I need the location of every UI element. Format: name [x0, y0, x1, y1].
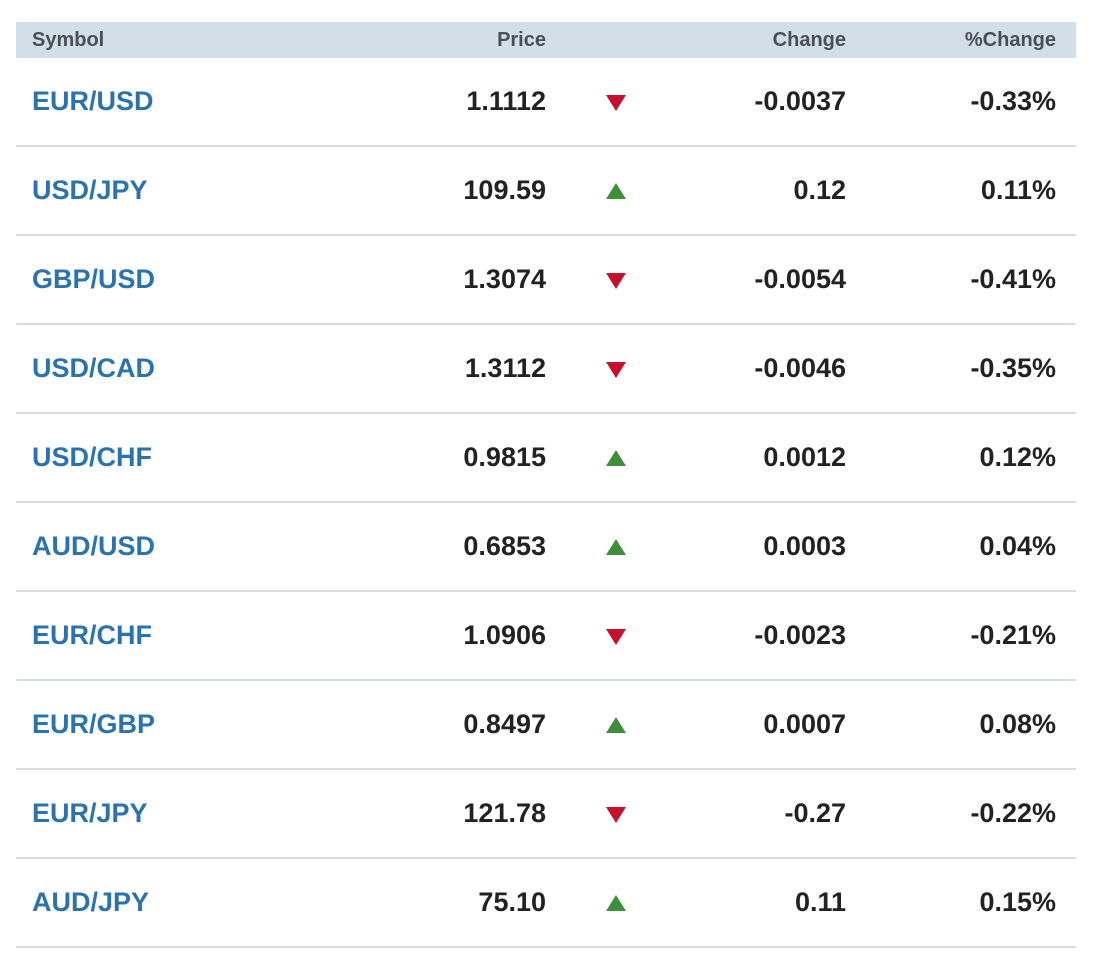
up-triangle-icon-shape — [606, 894, 626, 911]
up-triangle-icon — [606, 716, 626, 733]
trend-icon-cell — [546, 893, 686, 913]
header-change[interactable]: Change — [686, 29, 846, 52]
table-row[interactable]: USD/JPY 109.59 0.12 0.11% — [16, 147, 1076, 236]
symbol-link[interactable]: GBP/USD — [16, 264, 256, 295]
price-value: 75.10 — [478, 887, 546, 917]
down-triangle-icon — [606, 94, 626, 111]
symbol-link[interactable]: EUR/GBP — [16, 709, 256, 740]
price-value: 0.8497 — [463, 709, 546, 739]
price-value: 1.3074 — [463, 264, 546, 294]
table-row[interactable]: USD/CAD 1.3112 -0.0046 -0.35% — [16, 325, 1076, 414]
change-value: -0.0054 — [754, 264, 846, 294]
symbol-link[interactable]: EUR/JPY — [16, 798, 256, 829]
table-row[interactable]: GBP/USD 1.3074 -0.0054 -0.41% — [16, 236, 1076, 325]
pct-change-value: 0.08% — [979, 709, 1056, 739]
pct-change-value: -0.41% — [970, 264, 1056, 294]
pct-change-value: 0.11% — [980, 175, 1056, 205]
price-value: 1.0906 — [463, 620, 546, 650]
header-pct-change[interactable]: %Change — [846, 29, 1056, 52]
change-value: -0.0037 — [754, 86, 846, 116]
down-triangle-icon — [606, 361, 626, 378]
price-value: 1.1112 — [466, 86, 546, 116]
header-symbol[interactable]: Symbol — [16, 29, 256, 52]
pct-change-value: -0.35% — [970, 353, 1056, 383]
pct-change-value: -0.33% — [970, 86, 1056, 116]
table-body: EUR/USD 1.1112 -0.0037 -0.33% USD/JPY 10… — [16, 58, 1076, 948]
up-triangle-icon-shape — [606, 716, 626, 733]
trend-icon-cell — [546, 448, 686, 468]
pct-change-value: 0.15% — [979, 887, 1056, 917]
down-triangle-icon — [606, 628, 626, 645]
down-triangle-icon — [606, 272, 626, 289]
up-triangle-icon — [606, 449, 626, 466]
pct-change-value: 0.12% — [979, 442, 1056, 472]
symbol-link[interactable]: USD/CAD — [16, 353, 256, 384]
down-triangle-icon-shape — [606, 361, 626, 378]
symbol-link[interactable]: AUD/JPY — [16, 887, 256, 918]
table-row[interactable]: EUR/USD 1.1112 -0.0037 -0.33% — [16, 58, 1076, 147]
pct-change-value: 0.04% — [979, 531, 1056, 561]
up-triangle-icon — [606, 182, 626, 199]
up-triangle-icon-shape — [606, 182, 626, 199]
table-header: Symbol Price Change %Change — [16, 22, 1076, 58]
pct-change-value: -0.21% — [970, 620, 1056, 650]
change-value: 0.0007 — [763, 709, 846, 739]
table-row[interactable]: AUD/JPY 75.10 0.11 0.15% — [16, 859, 1076, 948]
change-value: 0.11 — [794, 887, 846, 917]
down-triangle-icon-shape — [606, 806, 626, 823]
change-value: 0.0003 — [763, 531, 846, 561]
change-value: -0.0046 — [754, 353, 846, 383]
table-row[interactable]: EUR/JPY 121.78 -0.27 -0.22% — [16, 770, 1076, 859]
change-value: -0.0023 — [754, 620, 846, 650]
symbol-link[interactable]: AUD/USD — [16, 531, 256, 562]
symbol-link[interactable]: USD/CHF — [16, 442, 256, 473]
header-price[interactable]: Price — [256, 29, 546, 52]
trend-icon-cell — [546, 804, 686, 824]
change-value: 0.12 — [793, 175, 846, 205]
trend-icon-cell — [546, 270, 686, 290]
table-row[interactable]: EUR/GBP 0.8497 0.0007 0.08% — [16, 681, 1076, 770]
table-row[interactable]: AUD/USD 0.6853 0.0003 0.04% — [16, 503, 1076, 592]
symbol-link[interactable]: EUR/CHF — [16, 620, 256, 651]
down-triangle-icon-shape — [606, 628, 626, 645]
price-value: 0.9815 — [463, 442, 546, 472]
trend-icon-cell — [546, 537, 686, 557]
table-row[interactable]: EUR/CHF 1.0906 -0.0023 -0.21% — [16, 592, 1076, 681]
table-row[interactable]: USD/CHF 0.9815 0.0012 0.12% — [16, 414, 1076, 503]
change-value: -0.27 — [784, 798, 846, 828]
currency-quotes-table: Symbol Price Change %Change EUR/USD 1.11… — [16, 22, 1076, 948]
down-triangle-icon-shape — [606, 94, 626, 111]
pct-change-value: -0.22% — [970, 798, 1056, 828]
symbol-link[interactable]: EUR/USD — [16, 86, 256, 117]
price-value: 0.6853 — [463, 531, 546, 561]
symbol-link[interactable]: USD/JPY — [16, 175, 256, 206]
trend-icon-cell — [546, 92, 686, 112]
trend-icon-cell — [546, 715, 686, 735]
price-value: 121.78 — [463, 798, 546, 828]
trend-icon-cell — [546, 181, 686, 201]
price-value: 109.59 — [463, 175, 546, 205]
up-triangle-icon — [606, 894, 626, 911]
trend-icon-cell — [546, 626, 686, 646]
change-value: 0.0012 — [763, 442, 846, 472]
up-triangle-icon — [606, 538, 626, 555]
up-triangle-icon-shape — [606, 538, 626, 555]
price-value: 1.3112 — [464, 353, 546, 383]
down-triangle-icon — [606, 806, 626, 823]
down-triangle-icon-shape — [606, 272, 626, 289]
up-triangle-icon-shape — [606, 449, 626, 466]
trend-icon-cell — [546, 359, 686, 379]
